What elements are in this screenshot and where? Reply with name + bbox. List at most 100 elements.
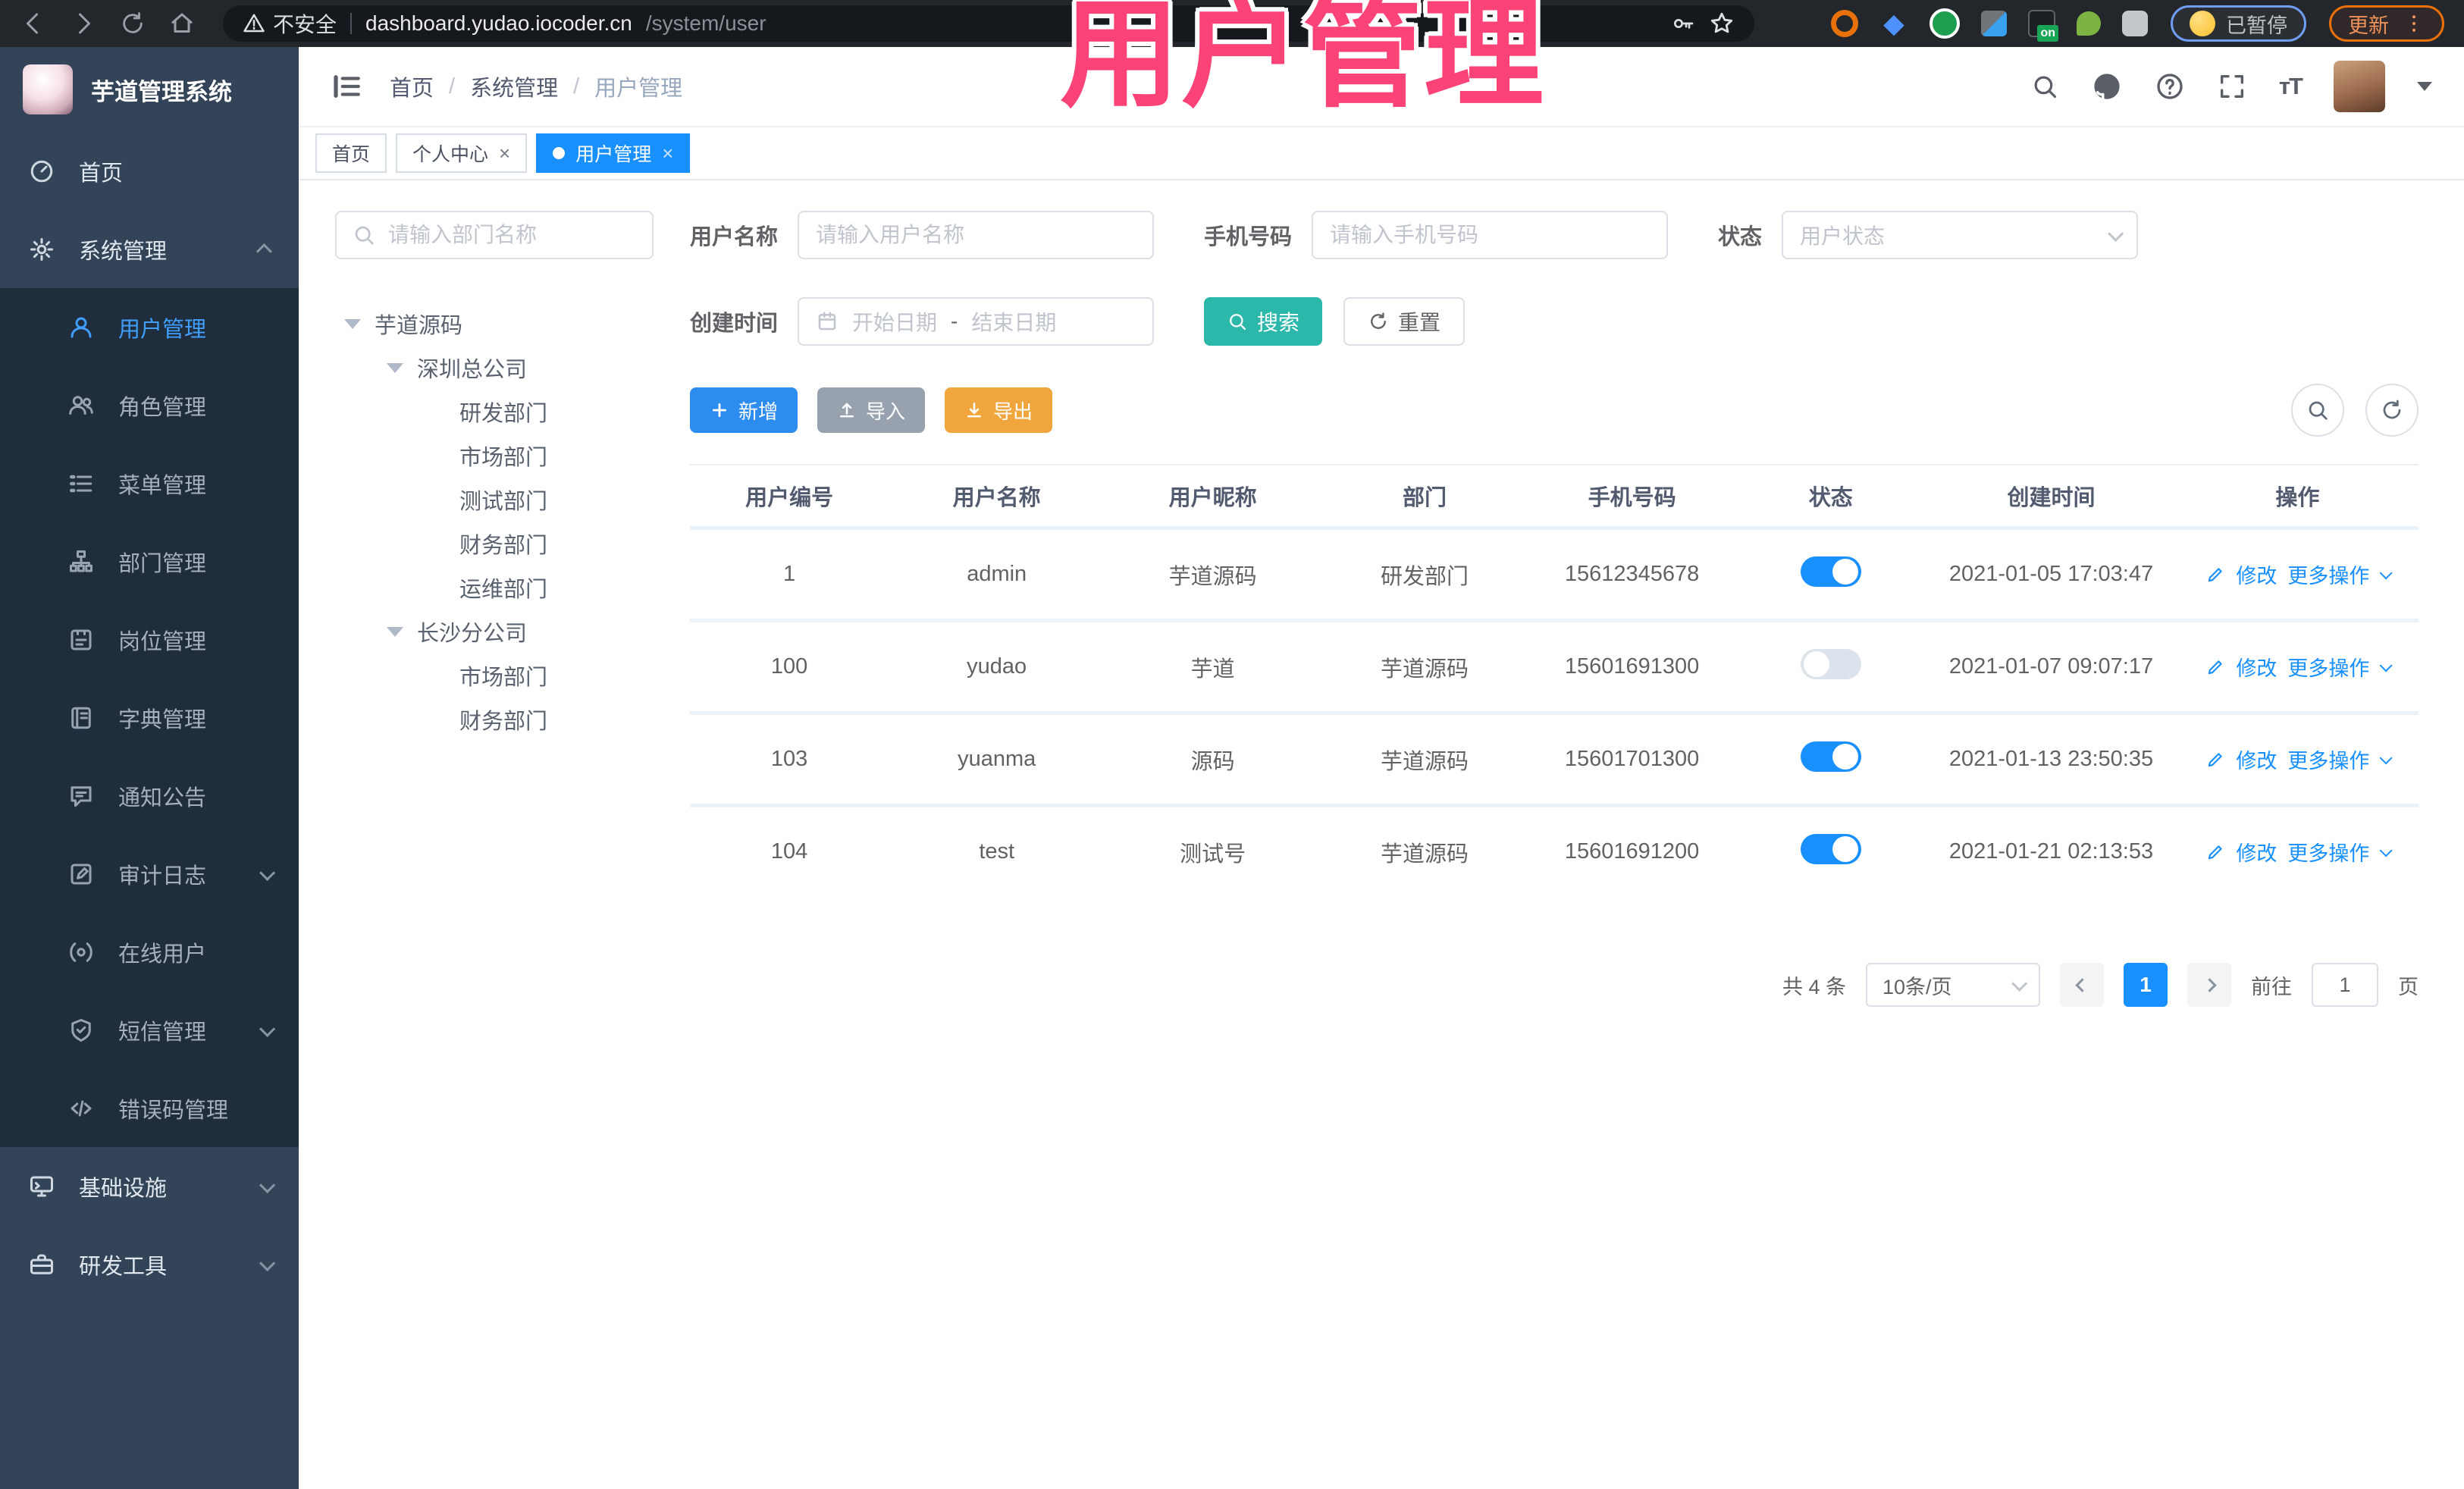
status-toggle[interactable] bbox=[1800, 556, 1861, 587]
header-search-icon[interactable] bbox=[2030, 72, 2059, 101]
refresh-table-button[interactable] bbox=[2365, 384, 2419, 437]
more-actions-link[interactable]: 更多操作 bbox=[2287, 744, 2369, 774]
browser-back-icon[interactable] bbox=[20, 10, 47, 37]
dept-tree-node[interactable]: 财务部门 bbox=[335, 522, 654, 566]
more-actions-link[interactable]: 更多操作 bbox=[2287, 652, 2369, 682]
tree-node-label: 市场部门 bbox=[459, 446, 548, 470]
tree-caret-icon[interactable] bbox=[344, 318, 361, 329]
browser-menu-dots-icon[interactable] bbox=[2403, 12, 2425, 35]
browser-forward-icon[interactable] bbox=[70, 10, 97, 37]
edit-link[interactable]: 修改 bbox=[2236, 652, 2277, 682]
sidebar-menu-item[interactable]: 基础设施 bbox=[0, 1147, 299, 1225]
content: 芋道源码 深圳总公司 研发部门 市场部门 测试部门 财务部门 运维部门 长沙分公… bbox=[299, 180, 2464, 1489]
date-range-picker[interactable]: 开始日期 - 结束日期 bbox=[798, 297, 1155, 346]
dept-tree-node[interactable]: 长沙分公司 bbox=[335, 610, 654, 654]
status-toggle[interactable] bbox=[1800, 833, 1861, 864]
security-warning[interactable]: 不安全 bbox=[243, 8, 337, 39]
sidebar-menu-item[interactable]: 首页 bbox=[0, 132, 299, 210]
sidebar-menu-item[interactable]: 字典管理 bbox=[0, 679, 299, 757]
status-label: 状态 bbox=[1718, 225, 1763, 249]
reset-button[interactable]: 重置 bbox=[1343, 297, 1466, 346]
date-end-placeholder: 结束日期 bbox=[971, 311, 1057, 334]
tree-node-label: 财务部门 bbox=[459, 534, 548, 558]
dept-tree-node[interactable]: 测试部门 bbox=[335, 478, 654, 522]
current-page-button[interactable]: 1 bbox=[2124, 963, 2168, 1007]
dept-tree-node[interactable]: 市场部门 bbox=[335, 434, 654, 478]
mobile-input[interactable] bbox=[1330, 223, 1651, 247]
dept-tree-node[interactable]: 研发部门 bbox=[335, 390, 654, 434]
dept-tree-node[interactable]: 市场部门 bbox=[335, 654, 654, 697]
sidebar-menu-item[interactable]: 菜单管理 bbox=[0, 444, 299, 522]
status-select[interactable]: 用户状态 bbox=[1782, 211, 2139, 259]
sidebar-menu-item[interactable]: 部门管理 bbox=[0, 522, 299, 600]
add-button[interactable]: 新增 bbox=[690, 387, 798, 433]
cell-mobile: 15612345678 bbox=[1564, 562, 1700, 586]
prev-page-button[interactable] bbox=[2060, 963, 2104, 1007]
green-circle-extension-icon[interactable] bbox=[1930, 8, 1960, 39]
more-actions-link[interactable]: 更多操作 bbox=[2287, 560, 2369, 589]
logo-row[interactable]: 芋道管理系统 bbox=[0, 47, 299, 132]
mobile-field bbox=[1312, 211, 1669, 259]
tree-caret-icon[interactable] bbox=[387, 362, 403, 373]
grid-extension-icon[interactable] bbox=[1981, 11, 2007, 36]
puzzle-extension-icon[interactable] bbox=[2122, 11, 2148, 36]
view-tab[interactable]: 用户管理 × bbox=[536, 133, 691, 173]
dark-list-extension-icon[interactable]: on bbox=[2028, 10, 2058, 42]
tree-caret-icon[interactable] bbox=[387, 626, 403, 637]
dept-tree-node[interactable]: 深圳总公司 bbox=[335, 346, 654, 390]
page-size-select[interactable]: 10条/页 bbox=[1866, 963, 2040, 1007]
close-tab-icon[interactable]: × bbox=[499, 142, 510, 165]
sidebar-menu-item[interactable]: 系统管理 bbox=[0, 210, 299, 288]
sidebar-menu-item[interactable]: 短信管理 bbox=[0, 991, 299, 1069]
close-tab-icon[interactable]: × bbox=[662, 142, 673, 165]
sidebar-menu-item[interactable]: 研发工具 bbox=[0, 1225, 299, 1303]
sidebar-menu-item[interactable]: 审计日志 bbox=[0, 835, 299, 913]
browser-home-icon[interactable] bbox=[168, 10, 196, 37]
chrome-update-button[interactable]: 更新 bbox=[2329, 5, 2444, 42]
goto-page-input[interactable] bbox=[2322, 973, 2368, 997]
edit-link[interactable]: 修改 bbox=[2236, 560, 2277, 589]
sidebar-menu-item[interactable]: 岗位管理 bbox=[0, 600, 299, 679]
edit-link[interactable]: 修改 bbox=[2236, 744, 2277, 774]
edit-link[interactable]: 修改 bbox=[2236, 837, 2277, 867]
toggle-search-button[interactable] bbox=[2291, 384, 2344, 437]
status-toggle[interactable] bbox=[1800, 648, 1861, 679]
fullscreen-icon[interactable] bbox=[2217, 71, 2247, 102]
import-button[interactable]: 导入 bbox=[817, 387, 926, 433]
sidebar-menu-item[interactable]: 错误码管理 bbox=[0, 1069, 299, 1147]
password-key-icon[interactable] bbox=[1671, 11, 1695, 36]
breadcrumb-item[interactable]: 系统管理 bbox=[470, 71, 558, 102]
chevron-down-icon bbox=[259, 1252, 276, 1277]
editlog-icon bbox=[67, 860, 96, 888]
github-icon[interactable] bbox=[2091, 71, 2123, 102]
next-page-button[interactable] bbox=[2187, 963, 2231, 1007]
user-avatar[interactable] bbox=[2334, 61, 2385, 112]
blue-gem-extension-icon[interactable]: ◆ bbox=[1879, 8, 1908, 39]
font-size-icon[interactable]: тT bbox=[2279, 73, 2303, 100]
dept-search-input[interactable] bbox=[388, 223, 637, 247]
breadcrumb-item[interactable]: 首页 bbox=[390, 71, 434, 102]
sidebar-menu-item[interactable]: 通知公告 bbox=[0, 757, 299, 835]
dept-tree-node[interactable]: 运维部门 bbox=[335, 566, 654, 610]
status-toggle[interactable] bbox=[1800, 741, 1861, 772]
collapse-sidebar-icon[interactable] bbox=[331, 71, 362, 102]
sidebar-menu-item[interactable]: 角色管理 bbox=[0, 366, 299, 444]
avatar-caret-icon[interactable] bbox=[2417, 82, 2432, 91]
view-tab[interactable]: 个人中心 × bbox=[396, 133, 528, 173]
sidebar-menu-item[interactable]: 在线用户 bbox=[0, 913, 299, 991]
docs-question-icon[interactable] bbox=[2155, 71, 2185, 102]
browser-reload-icon[interactable] bbox=[120, 11, 146, 36]
more-actions-link[interactable]: 更多操作 bbox=[2287, 837, 2369, 867]
green-sprout-extension-icon[interactable] bbox=[2077, 11, 2101, 36]
search-button[interactable]: 搜索 bbox=[1204, 297, 1323, 346]
profile-paused-chip[interactable]: 已暂停 bbox=[2171, 5, 2306, 42]
bookmark-star-icon[interactable] bbox=[1709, 11, 1735, 36]
export-button[interactable]: 导出 bbox=[945, 387, 1053, 433]
sidebar-menu-item[interactable]: 用户管理 bbox=[0, 288, 299, 366]
active-dot-icon bbox=[553, 147, 566, 159]
username-input[interactable] bbox=[816, 223, 1136, 247]
dept-tree-node[interactable]: 财务部门 bbox=[335, 697, 654, 741]
view-tab[interactable]: 首页 bbox=[315, 133, 387, 173]
dept-tree-node[interactable]: 芋道源码 bbox=[335, 302, 654, 346]
orange-ring-extension-icon[interactable] bbox=[1831, 10, 1858, 37]
